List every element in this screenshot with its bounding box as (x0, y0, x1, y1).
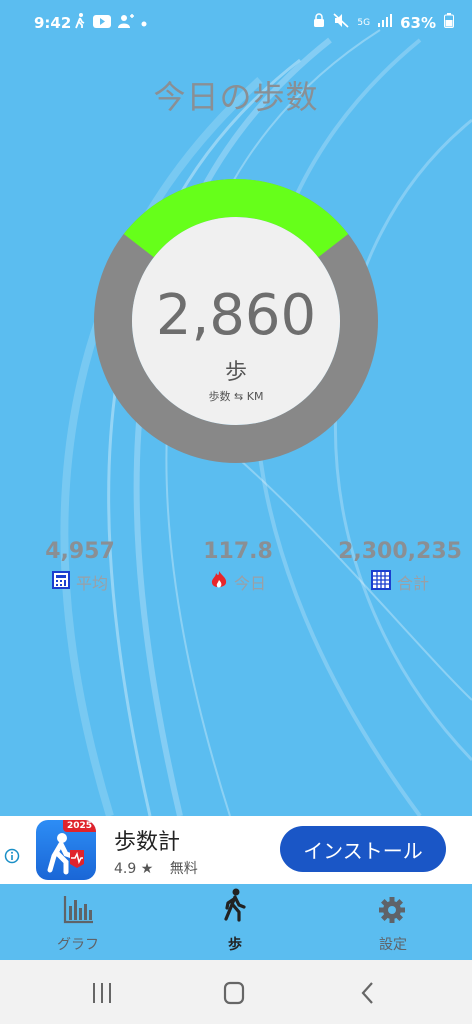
network-5g-label: 5G (357, 18, 371, 28)
ad-app-icon[interactable]: 2025 (36, 820, 96, 880)
nav-graph[interactable]: グラフ (28, 884, 128, 960)
install-button[interactable]: インストール (280, 826, 446, 872)
ad-rating-row: 4.9 ★ 無料 (114, 858, 198, 878)
unit-toggle[interactable]: 歩数 ⇆ KM (91, 390, 381, 404)
recent-apps-icon (93, 983, 111, 1003)
home-button[interactable] (214, 978, 254, 1008)
battery-percent: 63% (400, 14, 436, 32)
stat-today-value: 117.8 (203, 539, 273, 564)
stat-average-value: 4,957 (45, 539, 115, 564)
nav-steps[interactable]: 歩 (185, 884, 285, 960)
nav-settings-label: 設定 (379, 937, 407, 953)
gear-icon (379, 897, 405, 923)
home-icon (223, 981, 245, 1005)
mute-icon (333, 13, 349, 33)
status-bar: 9:42 5G 63% (0, 0, 472, 46)
page-title: 今日の歩数 (153, 78, 319, 116)
nav-steps-label: 歩 (228, 937, 242, 953)
ad-price: 無料 (169, 861, 198, 877)
stat-total-label: 合計 (396, 574, 429, 593)
nav-settings[interactable]: 設定 (343, 884, 443, 960)
stat-average: 4,957 平均 (30, 538, 130, 594)
lock-icon (313, 13, 325, 33)
stat-average-label: 平均 (75, 574, 108, 593)
youtube-icon (93, 14, 111, 33)
stat-today: 117.8 今日 (188, 538, 288, 594)
step-unit: 歩 (224, 360, 247, 385)
step-count: 2,860 (155, 283, 317, 348)
system-nav-bar (0, 960, 472, 1024)
stat-total: 2,300,235 合計 (320, 538, 472, 594)
ad-info-icon[interactable] (4, 848, 20, 868)
bar-chart-icon (63, 896, 93, 924)
ad-banner[interactable]: 2025 歩数計 4.9 ★ 無料 インストール (0, 816, 472, 884)
ad-rating: 4.9 ★ (114, 861, 154, 877)
calculator-icon (51, 571, 70, 593)
stat-total-value: 2,300,235 (338, 539, 462, 564)
flame-icon (210, 570, 228, 594)
recent-apps-button[interactable] (82, 978, 122, 1008)
back-button[interactable] (348, 978, 388, 1008)
bottom-nav: グラフ 歩 設定 (0, 884, 472, 960)
stat-today-label: 今日 (233, 574, 266, 593)
stats-row: 4,957 平均 117.8 今日 2,300,235 合計 (0, 538, 472, 598)
walking-person-icon (224, 888, 246, 922)
battery-icon (444, 13, 454, 33)
status-time: 9:42 (34, 14, 72, 32)
nav-graph-label: グラフ (57, 937, 99, 953)
signal-icon (378, 14, 393, 32)
step-progress-ring[interactable]: 2,860 歩 歩数 ⇆ KM (91, 176, 381, 466)
person-icon (118, 14, 134, 33)
walking-icon (74, 13, 86, 34)
ad-app-name: 歩数計 (114, 830, 181, 855)
dot-icon (141, 16, 147, 32)
back-icon (361, 982, 373, 1004)
grid-calendar-icon (370, 570, 391, 594)
